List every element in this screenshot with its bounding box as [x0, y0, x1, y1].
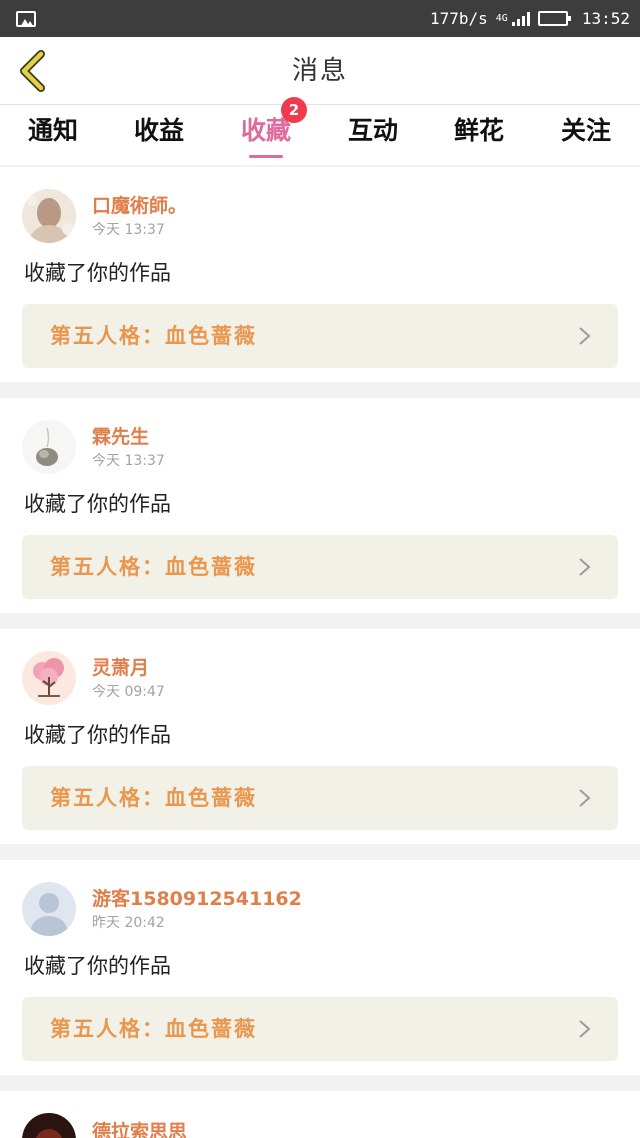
message-card: 灵萧月 今天 09:47 收藏了你的作品 第五人格：血色蔷薇 [0, 629, 640, 844]
action-text: 收藏了你的作品 [24, 261, 171, 285]
signal-icon [511, 11, 530, 26]
message-card: 口魔術師。 今天 13:37 收藏了你的作品 第五人格：血色蔷薇 [0, 167, 640, 382]
work-title: 第五人格：血色蔷薇 [50, 324, 257, 348]
chevron-right-icon [579, 327, 591, 345]
work-link[interactable]: 第五人格：血色蔷薇 [22, 304, 618, 368]
username[interactable]: 口魔術師。 [92, 191, 187, 218]
username[interactable]: 德拉索思思 [92, 1117, 187, 1138]
unread-badge: 2 [281, 97, 307, 123]
message-card: 游客1580912541162 昨天 20:42 收藏了你的作品 第五人格：血色… [0, 860, 640, 1075]
tab-label: 互动 [347, 116, 398, 145]
work-title: 第五人格：血色蔷薇 [50, 555, 257, 579]
timestamp: 今天 13:37 [92, 453, 165, 469]
message-card: 德拉索思思 [0, 1091, 640, 1138]
timestamp: 今天 13:37 [92, 222, 165, 238]
page-title: 消息 [291, 56, 348, 86]
clock: 13:52 [581, 9, 630, 28]
avatar[interactable] [22, 420, 76, 474]
username[interactable]: 灵萧月 [92, 653, 149, 680]
tab-label: 鲜花 [453, 116, 504, 145]
network-type: 4G [495, 13, 508, 24]
network-speed: 177b/s [429, 9, 488, 28]
tab-label: 关注 [560, 116, 611, 145]
username[interactable]: 霖先生 [92, 422, 149, 449]
battery-icon [537, 11, 571, 26]
work-title: 第五人格：血色蔷薇 [50, 1017, 257, 1041]
tab-bar: 通知 收益 收藏 2 互动 鲜花 关注 [0, 97, 640, 165]
tab-label: 收藏 [240, 116, 291, 145]
tab-follows[interactable]: 关注 [533, 105, 639, 165]
chevron-right-icon [579, 558, 591, 576]
tab-earnings[interactable]: 收益 [106, 105, 212, 165]
chevron-right-icon [579, 789, 591, 807]
avatar[interactable] [22, 651, 76, 705]
timestamp: 昨天 20:42 [92, 915, 165, 931]
username[interactable]: 游客1580912541162 [92, 884, 302, 911]
avatar[interactable] [22, 1113, 76, 1138]
action-text: 收藏了你的作品 [24, 492, 171, 516]
tab-label: 通知 [27, 116, 78, 145]
gallery-icon [16, 10, 36, 27]
active-tab-indicator [249, 155, 283, 158]
status-bar: 177b/s 4G 13:52 [0, 0, 640, 37]
timestamp: 今天 09:47 [92, 684, 165, 700]
action-text: 收藏了你的作品 [24, 723, 171, 747]
work-link[interactable]: 第五人格：血色蔷薇 [22, 997, 618, 1061]
work-link[interactable]: 第五人格：血色蔷薇 [22, 535, 618, 599]
tab-notifications[interactable]: 通知 [0, 105, 106, 165]
chevron-right-icon [579, 1020, 591, 1038]
work-title: 第五人格：血色蔷薇 [50, 786, 257, 810]
app-header: 消息 [0, 37, 640, 105]
work-link[interactable]: 第五人格：血色蔷薇 [22, 766, 618, 830]
action-text: 收藏了你的作品 [24, 954, 171, 978]
tab-favorites[interactable]: 收藏 2 [213, 97, 319, 165]
avatar[interactable] [22, 189, 76, 243]
tab-label: 收益 [133, 116, 184, 145]
tab-flowers[interactable]: 鲜花 [426, 105, 532, 165]
avatar[interactable] [22, 882, 76, 936]
tab-interactions[interactable]: 互动 [320, 105, 426, 165]
message-card: 霖先生 今天 13:37 收藏了你的作品 第五人格：血色蔷薇 [0, 398, 640, 613]
